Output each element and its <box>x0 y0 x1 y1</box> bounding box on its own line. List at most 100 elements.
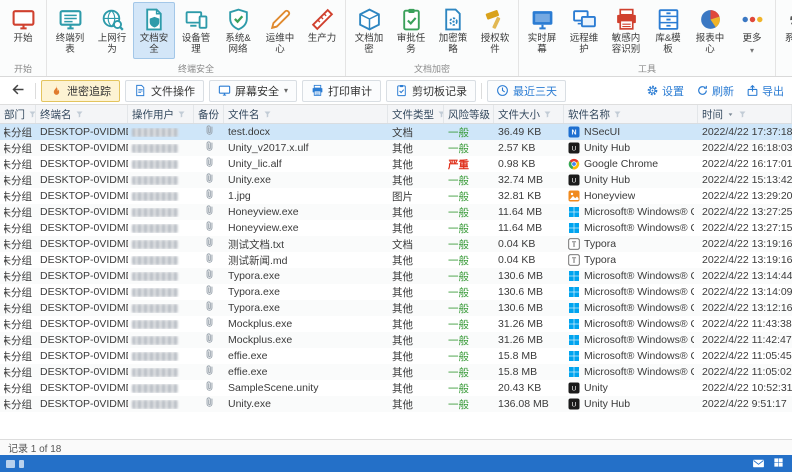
cell-backup[interactable] <box>194 300 224 316</box>
ribbon-item-more[interactable]: 更多 ▾ <box>731 2 773 58</box>
table-row[interactable]: 未分组 DESKTOP-0VIDMDJ 1.jpg 图片 一般 32.81 KB… <box>0 188 792 204</box>
cell-backup[interactable] <box>194 316 224 332</box>
ribbon-item-library-templates[interactable]: 库&模板 <box>647 2 689 59</box>
ribbon-item-report-center[interactable]: 报表中心 <box>689 2 731 59</box>
cell-backup[interactable] <box>194 220 224 236</box>
ribbon-item-label: 设备管理 <box>181 33 211 55</box>
cell-backup[interactable] <box>194 380 224 396</box>
cell-backup[interactable] <box>194 188 224 204</box>
blurred-username <box>132 143 178 153</box>
tray-icon[interactable] <box>773 457 786 470</box>
table-row[interactable]: 未分组 DESKTOP-0VIDMDJ effie.exe 其他 一般 15.8… <box>0 348 792 364</box>
remote-maintenance-icon <box>572 7 597 32</box>
column-header-dept[interactable]: 部门 <box>0 105 36 123</box>
cell-backup[interactable] <box>194 396 224 412</box>
cell-terminal: DESKTOP-0VIDMDJ <box>40 286 128 298</box>
cell-terminal: DESKTOP-0VIDMDJ <box>40 318 128 330</box>
date-filter-last-3-days[interactable]: 最近三天 <box>487 79 567 102</box>
ribbon-item-remote-maintenance[interactable]: 远程维护 <box>563 2 605 59</box>
ribbon-item-productivity[interactable]: 生产力 <box>301 2 343 48</box>
ribbon-item-label: 上网行为 <box>97 33 127 55</box>
table-row[interactable]: 未分组 DESKTOP-0VIDMDJ Unity_v2017.x.ulf 其他… <box>0 140 792 156</box>
toolbar-tab-leak-trace[interactable]: 泄密追踪 <box>41 79 120 102</box>
table-row[interactable]: 未分组 DESKTOP-0VIDMDJ Honeyview.exe 其他 一般 … <box>0 204 792 220</box>
cell-backup[interactable] <box>194 332 224 348</box>
table-row[interactable]: 未分组 DESKTOP-0VIDMDJ Mockplus.exe 其他 一般 3… <box>0 332 792 348</box>
cell-backup[interactable] <box>194 252 224 268</box>
ribbon-item-authorized-software[interactable]: 授权软件 <box>474 2 516 59</box>
column-header-user[interactable]: 操作用户 <box>128 105 194 123</box>
table-row[interactable]: 未分组 DESKTOP-0VIDMDJ Honeyview.exe 其他 一般 … <box>0 220 792 236</box>
table-row[interactable]: 未分组 DESKTOP-0VIDMDJ SampleScene.unity 其他… <box>0 380 792 396</box>
message-icon[interactable] <box>752 457 765 470</box>
ribbon-item-start[interactable]: 开始 <box>2 2 44 48</box>
column-header-software[interactable]: 软件名称 <box>564 105 698 123</box>
table-row[interactable]: 未分组 DESKTOP-0VIDMDJ Unity.exe 其他 一般 32.7… <box>0 172 792 188</box>
cell-backup[interactable] <box>194 204 224 220</box>
filter-icon[interactable] <box>738 110 747 119</box>
column-header-risk[interactable]: 风险等级 <box>444 105 494 123</box>
ribbon-item-doc-security[interactable]: 文档安全 <box>133 2 175 59</box>
column-header-type[interactable]: 文件类型 <box>388 105 444 123</box>
cell-backup[interactable] <box>194 140 224 156</box>
ribbon-item-ops-center[interactable]: 运维中心 <box>259 2 301 59</box>
filter-icon[interactable] <box>177 110 186 119</box>
toolbar-tab-file-ops[interactable]: 文件操作 <box>125 79 204 102</box>
cell-terminal: DESKTOP-0VIDMDJ <box>40 350 128 362</box>
table-row[interactable]: 未分组 DESKTOP-0VIDMDJ Typora.exe 其他 一般 130… <box>0 268 792 284</box>
cell-backup[interactable] <box>194 268 224 284</box>
cell-backup[interactable] <box>194 284 224 300</box>
ribbon-item-live-screen[interactable]: 实时屏幕 <box>521 2 563 59</box>
cell-backup[interactable] <box>194 364 224 380</box>
cell-backup[interactable] <box>194 172 224 188</box>
ribbon-item-doc-encrypt[interactable]: 文档加密 <box>348 2 390 59</box>
ribbon-item-system-settings[interactable]: 系统设置 <box>778 2 792 59</box>
table-row[interactable]: 未分组 DESKTOP-0VIDMDJ test.docx 文档 一般 36.4… <box>0 124 792 140</box>
ribbon-item-system-network[interactable]: 系统&网络 <box>217 2 259 59</box>
ribbon-item-approval-tasks[interactable]: 审批任务 <box>390 2 432 59</box>
cell-terminal: DESKTOP-0VIDMDJ <box>40 382 128 394</box>
toolbar-tab-print-audit[interactable]: 打印审计 <box>302 79 382 102</box>
table-row[interactable]: 未分组 DESKTOP-0VIDMDJ Mockplus.exe 其他 一般 3… <box>0 316 792 332</box>
toolbar-tab-screen-security[interactable]: 屏幕安全 ▾ <box>209 79 298 102</box>
filter-icon[interactable] <box>613 110 622 119</box>
cell-backup[interactable] <box>194 124 224 140</box>
filter-icon[interactable] <box>543 110 552 119</box>
filter-icon[interactable] <box>437 110 443 119</box>
cell-backup[interactable] <box>194 348 224 364</box>
refresh-button[interactable]: 刷新 <box>694 81 736 101</box>
column-header-time[interactable]: 时间 <box>698 105 792 123</box>
table-row[interactable]: 未分组 DESKTOP-0VIDMDJ effie.exe 其他 一般 15.8… <box>0 364 792 380</box>
table-row[interactable]: 未分组 DESKTOP-0VIDMDJ Typora.exe 其他 一般 130… <box>0 300 792 316</box>
filter-icon[interactable] <box>28 110 35 119</box>
chevron-down-icon: ▾ <box>749 45 754 55</box>
cell-risk: 一般 <box>448 334 469 347</box>
export-button[interactable]: 导出 <box>744 81 786 101</box>
column-header-file[interactable]: 文件名 <box>224 105 388 123</box>
ribbon-item-terminal-list[interactable]: 终端列表 <box>49 2 91 59</box>
back-button[interactable] <box>6 81 30 101</box>
cell-backup[interactable] <box>194 236 224 252</box>
settings-button[interactable]: 设置 <box>644 81 686 101</box>
ribbon-item-sensitive-content[interactable]: 敏感内容识别 <box>605 2 647 59</box>
doc-encrypt-icon <box>357 7 382 32</box>
ribbon-item-device-mgmt[interactable]: 设备管理 <box>175 2 217 59</box>
filter-icon[interactable] <box>263 110 272 119</box>
filter-icon[interactable] <box>75 110 84 119</box>
taskbar[interactable] <box>0 455 792 472</box>
column-header-size[interactable]: 文件大小 <box>494 105 564 123</box>
table-row[interactable]: 未分组 DESKTOP-0VIDMDJ 测试新闻.md 其他 一般 0.04 K… <box>0 252 792 268</box>
cell-dept: 未分组 <box>4 302 32 315</box>
column-header-clip[interactable]: 备份 <box>194 105 224 123</box>
cell-filetype: 其他 <box>392 334 413 347</box>
table-row[interactable]: 未分组 DESKTOP-0VIDMDJ Unity.exe 其他 一般 136.… <box>0 396 792 412</box>
ribbon-item-web-behavior[interactable]: 上网行为 <box>91 2 133 59</box>
table-row[interactable]: 未分组 DESKTOP-0VIDMDJ Typora.exe 其他 一般 130… <box>0 284 792 300</box>
table-row[interactable]: 未分组 DESKTOP-0VIDMDJ 测试文档.txt 文档 一般 0.04 … <box>0 236 792 252</box>
toolbar-tab-clipboard-records[interactable]: 剪切板记录 <box>386 79 477 102</box>
column-header-terminal[interactable]: 终端名 <box>36 105 128 123</box>
cell-backup[interactable] <box>194 156 224 172</box>
cell-filesize: 20.43 KB <box>498 382 542 394</box>
ribbon-item-encrypt-policy[interactable]: 加密策略 <box>432 2 474 59</box>
table-row[interactable]: 未分组 DESKTOP-0VIDMDJ Unity_lic.alf 其他 严重 … <box>0 156 792 172</box>
